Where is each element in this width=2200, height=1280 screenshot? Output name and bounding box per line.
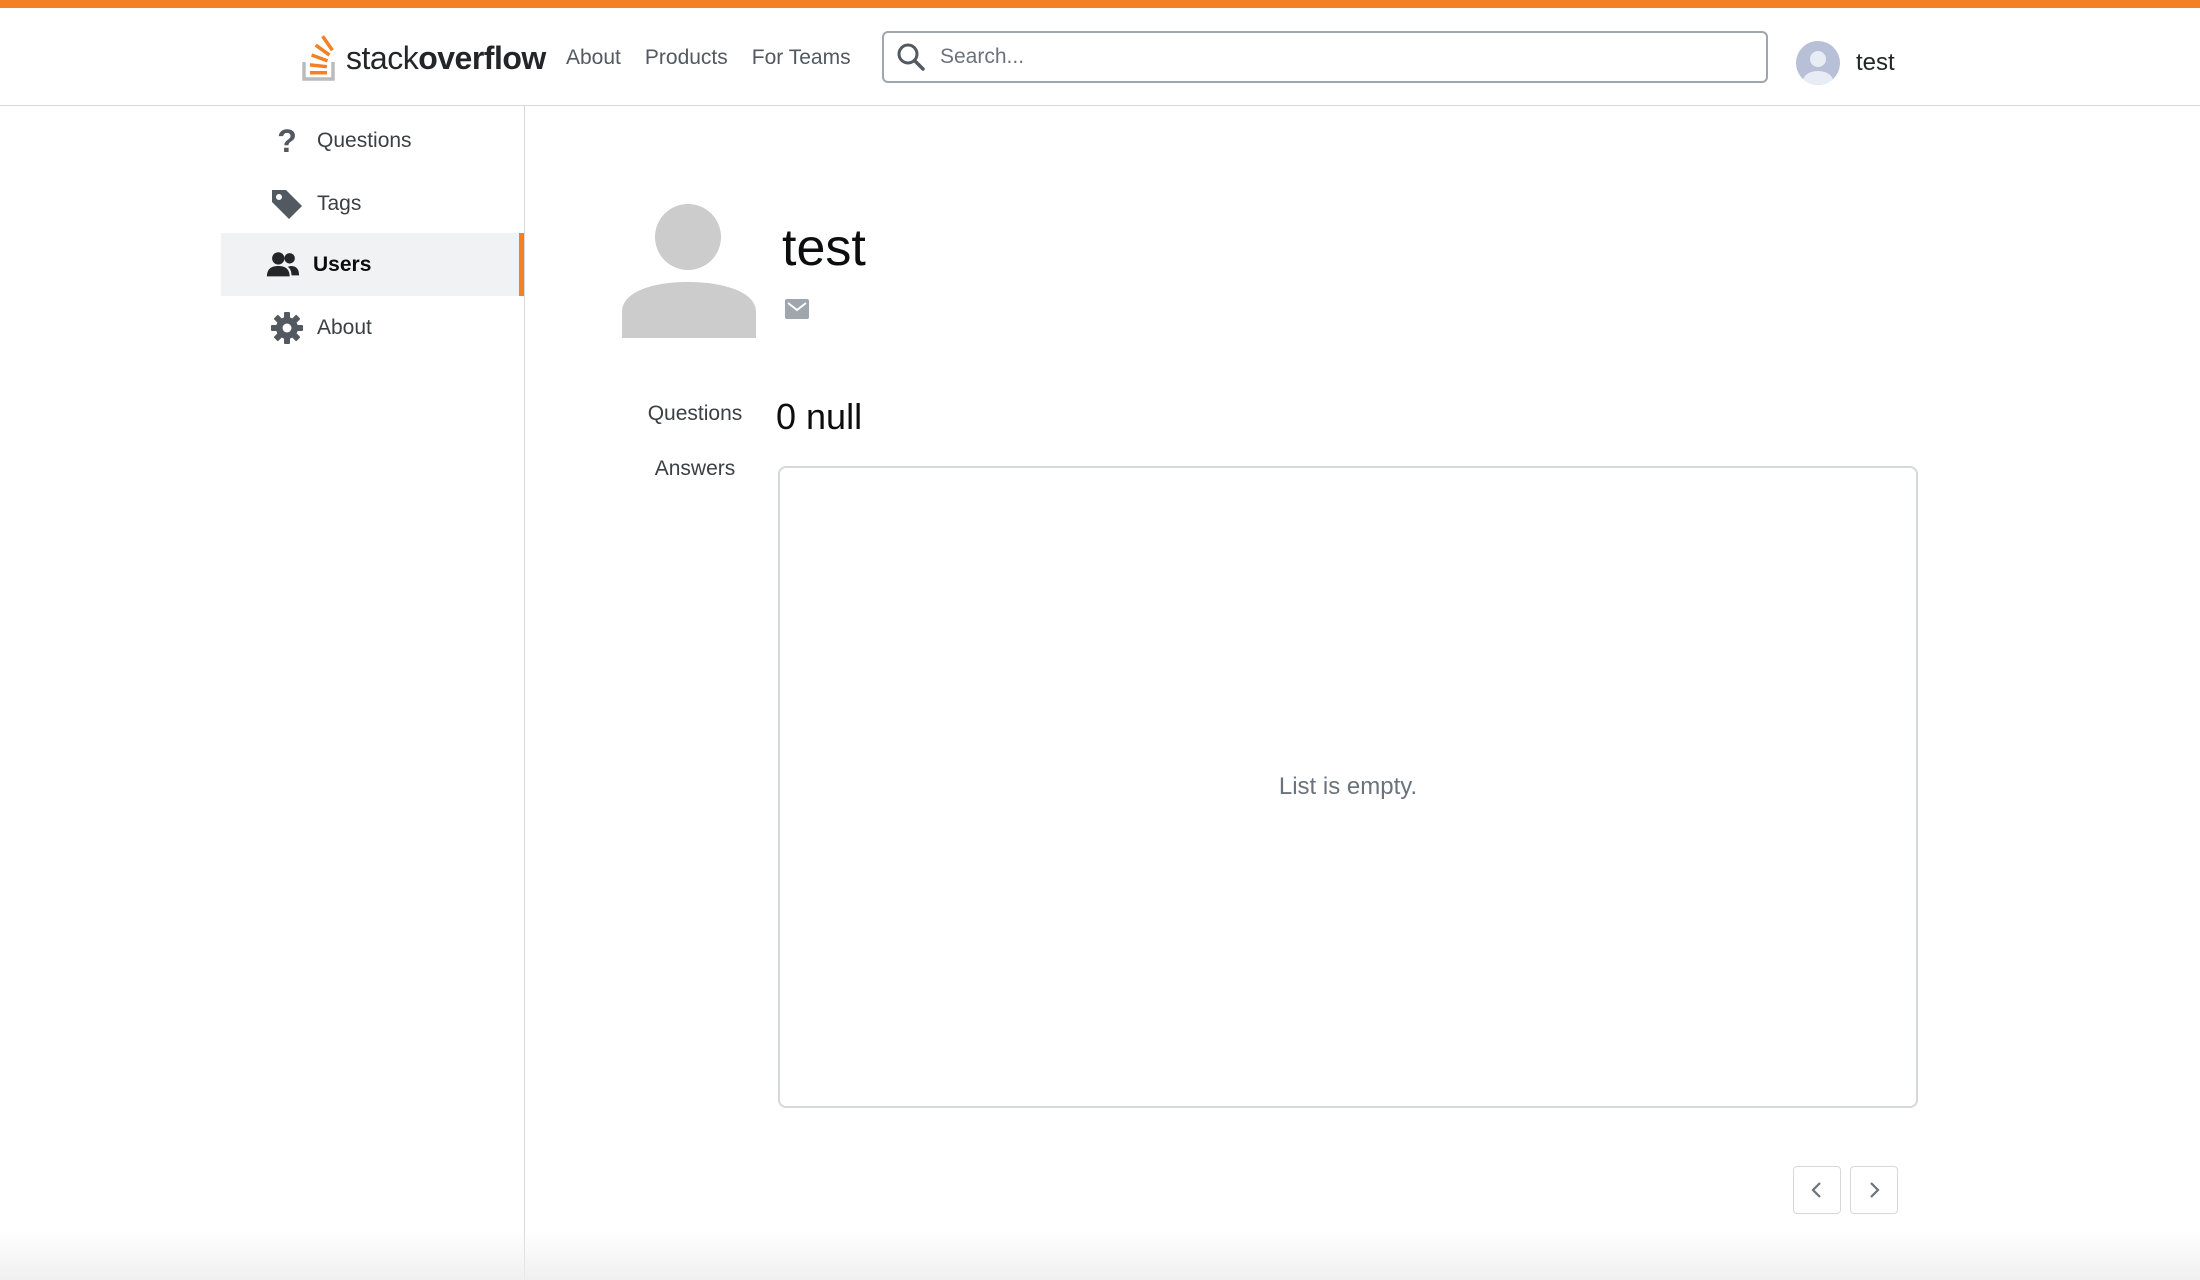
sidebar: ? Questions Tags Users About bbox=[0, 106, 525, 1280]
sidebar-item-tags[interactable]: Tags bbox=[221, 172, 524, 235]
nav-for-teams-link[interactable]: For Teams bbox=[752, 46, 851, 70]
top-bar: stackoverflow About Products For Teams t… bbox=[0, 0, 2200, 106]
sidebar-item-label: About bbox=[317, 315, 372, 339]
mail-icon[interactable] bbox=[784, 298, 810, 325]
sidebar-item-label: Users bbox=[313, 252, 372, 276]
logo-text-bold: overflow bbox=[418, 39, 546, 76]
profile-tabs: Questions Answers bbox=[600, 402, 790, 481]
previous-page-button[interactable] bbox=[1793, 1166, 1841, 1214]
empty-list-message: List is empty. bbox=[1278, 773, 1418, 800]
sidebar-item-users[interactable]: Users bbox=[221, 233, 524, 296]
profile-avatar bbox=[622, 204, 756, 338]
count-title: 0 null bbox=[776, 396, 863, 437]
logo-text: stackoverflow bbox=[346, 40, 546, 77]
default-avatar-icon bbox=[622, 204, 756, 338]
users-icon bbox=[265, 247, 301, 283]
svg-text:?: ? bbox=[277, 123, 297, 159]
tag-icon bbox=[269, 186, 305, 222]
search-input[interactable] bbox=[938, 44, 1718, 70]
nav-products-link[interactable]: Products bbox=[645, 46, 728, 70]
stackoverflow-logo-icon bbox=[302, 35, 335, 81]
sidebar-item-questions[interactable]: ? Questions bbox=[221, 109, 524, 172]
chevron-right-icon bbox=[1870, 1182, 1880, 1198]
content-list: List is empty. bbox=[778, 466, 1918, 1108]
question-mark-icon: ? bbox=[269, 123, 305, 159]
search-box[interactable] bbox=[882, 31, 1768, 83]
logo-text-light: stack bbox=[346, 39, 419, 76]
tab-answers[interactable]: Answers bbox=[600, 457, 790, 481]
next-page-button[interactable] bbox=[1850, 1166, 1898, 1214]
sidebar-item-label: Questions bbox=[317, 128, 412, 152]
user-avatar[interactable] bbox=[1796, 41, 1840, 85]
user-profile-main: test Questions Answers 0 null List is em… bbox=[526, 106, 2200, 1280]
user-menu[interactable]: test bbox=[1796, 41, 1895, 85]
chevron-left-icon bbox=[1811, 1182, 1821, 1198]
top-nav: About Products For Teams bbox=[566, 46, 851, 70]
gear-icon bbox=[269, 310, 305, 346]
nav-about-link[interactable]: About bbox=[566, 46, 621, 70]
user-name[interactable]: test bbox=[1856, 49, 1895, 77]
user-avatar-icon bbox=[1803, 51, 1833, 85]
sidebar-item-about[interactable]: About bbox=[221, 296, 524, 359]
profile-name: test bbox=[782, 219, 866, 277]
tab-questions[interactable]: Questions bbox=[600, 402, 790, 426]
stackoverflow-logo[interactable]: stackoverflow bbox=[300, 28, 546, 88]
search-icon bbox=[897, 43, 925, 71]
sidebar-item-label: Tags bbox=[317, 191, 362, 215]
